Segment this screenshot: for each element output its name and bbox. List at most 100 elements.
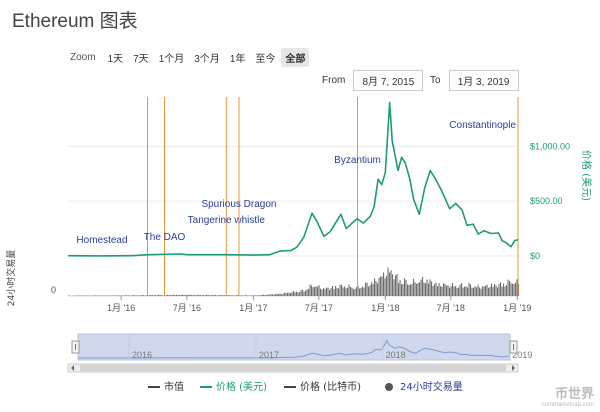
legend-item-label[interactable]: 24小时交易量 — [400, 380, 463, 393]
volume-bar — [194, 295, 196, 296]
volume-bar — [387, 267, 389, 296]
volume-bar — [488, 287, 490, 296]
volume-bar — [278, 294, 280, 296]
volume-bar — [93, 295, 95, 296]
volume-bar — [210, 295, 212, 296]
volume-bar — [489, 286, 491, 296]
volume-bar — [339, 284, 341, 296]
x-tick-label: 7月 '17 — [305, 303, 333, 313]
volume-bar — [231, 295, 233, 296]
volume-bar — [150, 295, 152, 296]
volume-bar — [378, 277, 380, 296]
volume-bar — [116, 295, 118, 296]
volume-bar — [185, 295, 187, 296]
volume-bar — [219, 295, 221, 296]
volume-bar — [486, 284, 488, 296]
volume-bar — [222, 295, 224, 296]
volume-bar — [377, 283, 379, 296]
volume-bar — [216, 295, 218, 296]
volume-bar — [293, 291, 295, 296]
volume-bar — [215, 295, 217, 296]
volume-bar — [419, 282, 421, 296]
navigator-year-label: 2018 — [386, 350, 406, 360]
event-label: Byzantium — [334, 155, 381, 166]
volume-bar — [300, 290, 302, 296]
volume-bar — [324, 289, 326, 296]
volume-bar — [161, 295, 163, 296]
volume-bar — [309, 284, 311, 296]
volume-bar — [162, 295, 164, 296]
volume-bar — [168, 295, 170, 296]
volume-bar — [341, 284, 343, 296]
volume-bar — [395, 275, 397, 296]
volume-bar — [290, 293, 292, 296]
volume-bar — [279, 293, 281, 296]
volume-bar — [507, 279, 509, 296]
volume-bar — [140, 295, 142, 296]
volume-bar — [407, 284, 409, 296]
volume-bar — [156, 295, 158, 296]
volume-bar — [345, 288, 347, 296]
x-tick-label: 1月 '17 — [239, 303, 267, 313]
volume-bar — [282, 293, 284, 296]
volume-bar — [353, 289, 355, 296]
volume-bar — [236, 295, 238, 296]
volume-bar — [474, 286, 476, 296]
volume-bar — [411, 283, 413, 296]
grid-lines — [68, 145, 518, 297]
y-right-tick-label: $500.00 — [530, 196, 563, 206]
volume-bar — [480, 288, 482, 296]
volume-bar — [401, 284, 403, 296]
legend-item-label[interactable]: 价格 (美元) — [216, 380, 267, 393]
volume-bar — [354, 288, 356, 296]
volume-bar — [270, 294, 272, 296]
volume-bar — [494, 284, 496, 296]
volume-bar — [179, 295, 181, 296]
volume-bar — [294, 292, 296, 296]
volume-bar — [306, 289, 308, 296]
volume-bar — [422, 277, 424, 296]
volume-bar — [335, 286, 337, 296]
x-tick-label: 7月 '18 — [437, 303, 465, 313]
volume-bar — [393, 279, 395, 296]
event-label: The DAO — [144, 232, 186, 243]
volume-bar — [483, 286, 485, 296]
volume-bar — [320, 288, 322, 296]
volume-bar — [438, 282, 440, 296]
volume-bar — [479, 287, 481, 296]
volume-bar — [146, 295, 148, 296]
volume-bar — [350, 286, 352, 296]
volume-bar — [351, 287, 353, 296]
volume-bar — [129, 295, 131, 296]
navigator-scrollbar-thumb[interactable] — [80, 365, 506, 371]
navigator[interactable]: 2016 2017 2018 2019 — [67, 333, 532, 373]
volume-bar — [512, 283, 514, 296]
volume-bar — [252, 295, 254, 296]
volume-bar — [152, 295, 154, 296]
volume-bar — [198, 294, 200, 296]
volume-bar — [467, 287, 469, 296]
volume-bar — [207, 295, 209, 296]
volume-bar — [449, 287, 451, 296]
volume-bar — [515, 282, 517, 296]
volume-bar — [513, 283, 515, 296]
volume-bar — [410, 284, 412, 296]
volume-bar — [371, 282, 373, 296]
volume-bar — [308, 288, 310, 296]
volume-bar — [296, 291, 298, 296]
volume-bar — [77, 295, 79, 296]
volume-bar — [234, 295, 236, 296]
volume-bar — [260, 295, 262, 296]
volume-bar — [453, 286, 455, 296]
legend-item-label[interactable]: 市值 — [164, 380, 184, 393]
volume-bar — [327, 287, 329, 296]
volume-bar — [221, 295, 223, 296]
volume-bar — [338, 288, 340, 296]
event-label: Tangerine whistle — [188, 215, 266, 226]
legend-item-label[interactable]: 价格 (比特币) — [300, 380, 361, 393]
navigator-year-label: 2016 — [132, 350, 152, 360]
volume-bar — [137, 295, 139, 296]
volume-bar — [149, 295, 151, 296]
volume-bar — [272, 294, 274, 296]
volume-bar — [374, 278, 376, 296]
